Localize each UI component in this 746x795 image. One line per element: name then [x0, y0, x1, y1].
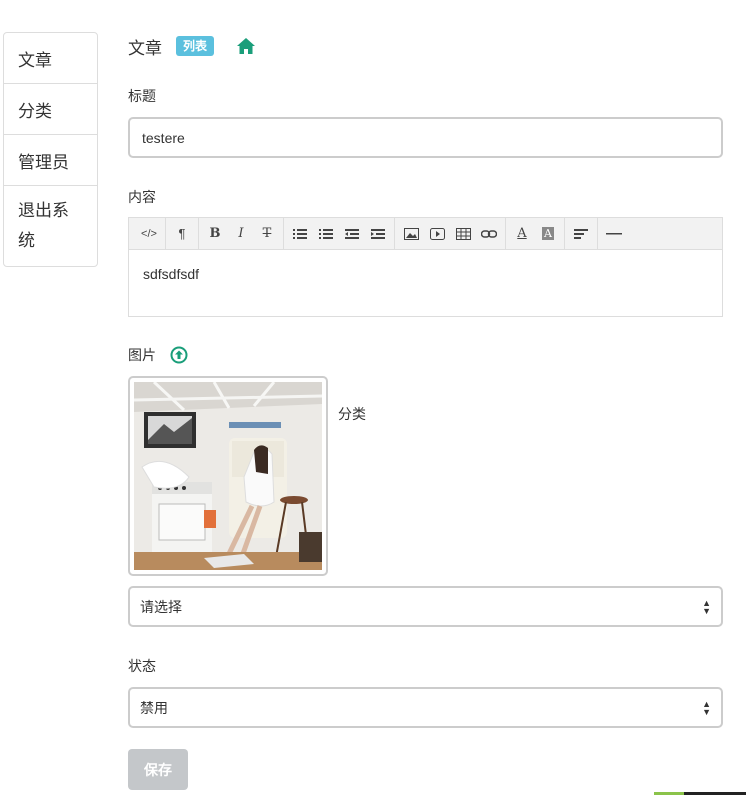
indent-icon[interactable]	[365, 221, 391, 247]
font-color-icon[interactable]: A	[509, 221, 535, 247]
category-select[interactable]: 请选择 ▲ ▼	[128, 586, 723, 627]
table-icon[interactable]	[450, 221, 476, 247]
sidebar-item-articles[interactable]: 文章	[4, 33, 97, 84]
sidebar-item-categories[interactable]: 分类	[4, 84, 97, 135]
code-view-icon[interactable]: </>	[136, 221, 162, 247]
title-input-value: testere	[142, 129, 185, 146]
page-header: 文章 列表	[128, 30, 723, 62]
title-input[interactable]: testere	[128, 117, 723, 158]
sidebar-item-label: 分类	[18, 101, 52, 121]
background-color-icon[interactable]: A	[535, 221, 561, 247]
upload-icon[interactable]	[170, 346, 188, 364]
image-label-row: 图片	[128, 345, 188, 365]
sidebar-item-label: 退出系统	[18, 201, 69, 250]
horizontal-rule-icon[interactable]	[601, 221, 627, 247]
status-label: 状态	[128, 658, 156, 674]
status-select[interactable]: 禁用 ▲ ▼	[128, 687, 723, 728]
image-label: 图片	[128, 347, 156, 363]
ordered-list-icon[interactable]	[313, 221, 339, 247]
paragraph-icon[interactable]: ¶	[169, 221, 195, 247]
image-thumbnail[interactable]	[128, 376, 328, 576]
page-title: 文章	[128, 38, 162, 58]
editor-toolbar: </> ¶ B I T A A	[129, 218, 722, 250]
main-content: 文章 列表 标题 testere 内容 </> ¶ B I T A A sdfs…	[128, 30, 723, 790]
link-icon[interactable]	[476, 221, 502, 247]
home-icon[interactable]	[236, 36, 256, 56]
sidebar-item-logout[interactable]: 退出系统	[4, 186, 97, 266]
rich-text-editor[interactable]: </> ¶ B I T A A sdfsdfsdf	[128, 217, 723, 317]
select-arrows-icon: ▲ ▼	[702, 597, 711, 616]
thumbnail-photo	[134, 382, 322, 570]
strikethrough-icon[interactable]: T	[254, 221, 280, 247]
italic-icon[interactable]: I	[228, 221, 254, 247]
bold-icon[interactable]: B	[202, 221, 228, 247]
editor-content[interactable]: sdfsdfsdf	[129, 250, 722, 298]
unordered-list-icon[interactable]	[287, 221, 313, 247]
title-label: 标题	[128, 88, 156, 104]
select-arrows-icon: ▲ ▼	[702, 698, 711, 717]
sidebar-item-admins[interactable]: 管理员	[4, 135, 97, 186]
save-button[interactable]: 保存	[128, 749, 188, 790]
list-badge[interactable]: 列表	[176, 36, 215, 56]
content-label: 内容	[128, 189, 156, 205]
sidebar-item-label: 文章	[18, 50, 52, 70]
sidebar-item-label: 管理员	[18, 152, 69, 172]
align-icon[interactable]	[568, 221, 594, 247]
status-select-value: 禁用	[140, 699, 168, 716]
outdent-icon[interactable]	[339, 221, 365, 247]
video-icon[interactable]	[424, 221, 450, 247]
image-icon[interactable]	[398, 221, 424, 247]
category-select-value: 请选择	[140, 598, 182, 615]
category-label: 分类	[338, 406, 366, 422]
sidebar: 文章 分类 管理员 退出系统	[3, 32, 98, 267]
